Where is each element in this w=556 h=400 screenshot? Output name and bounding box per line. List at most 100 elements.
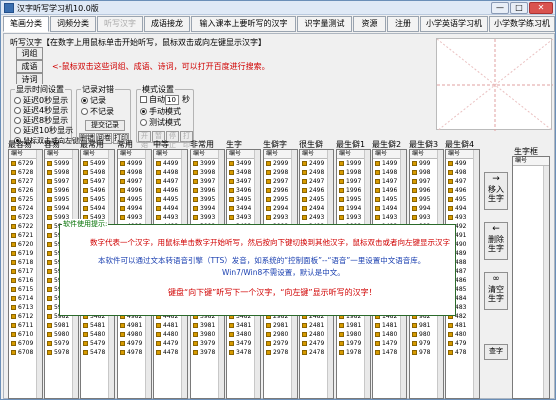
item-number: 3499 [236, 160, 252, 167]
usage-tip-box: 软件使用提示: 数字代表一个汉字，用鼠标单击数字开始听写，然后按向下键切换到其他… [59, 219, 456, 316]
item-number: 2479 [309, 340, 325, 347]
item-number: 6725 [18, 196, 34, 203]
char-square-icon [11, 197, 16, 202]
char-square-icon [11, 242, 16, 247]
clear-list-button[interactable]: ∞ 清空生字 [484, 272, 508, 310]
tab-english-learning[interactable]: 小学英语学习机 [420, 16, 488, 32]
item-number: 4493 [163, 214, 179, 221]
char-square-icon [11, 278, 16, 283]
maximize-button[interactable]: □ [510, 2, 528, 14]
char-square-icon [302, 323, 307, 328]
item-number: 1481 [382, 322, 398, 329]
delay-4-radio[interactable]: 延迟4秒显示 [14, 106, 68, 116]
item-number: 1999 [346, 160, 362, 167]
arrow-right-icon: → [492, 174, 500, 184]
tab-idiom-chain[interactable]: 成语接龙 [144, 16, 190, 32]
char-square-icon [11, 224, 16, 229]
item-number: 481 [455, 322, 467, 329]
item-number: 6720 [18, 241, 34, 248]
tab-math-practice[interactable]: 小学数学练习机 [489, 16, 555, 32]
item-number: 2496 [309, 187, 325, 194]
delay-8-radio[interactable]: 延迟8秒显示 [14, 116, 68, 126]
item-number: 3981 [200, 322, 216, 329]
phrase-button[interactable]: 词组 [16, 47, 43, 60]
char-square-icon [11, 260, 16, 265]
char-square-icon [83, 179, 88, 184]
item-number: 994 [419, 205, 431, 212]
item-number: 3481 [236, 322, 252, 329]
item-number: 2499 [309, 160, 325, 167]
char-square-icon [266, 341, 271, 346]
test-mode-radio[interactable]: 测试模式 [140, 118, 181, 128]
lookup-button[interactable]: 查字 [484, 344, 508, 360]
char-square-icon [11, 341, 16, 346]
item-number: 999 [419, 160, 431, 167]
char-square-icon [448, 323, 453, 328]
item-number: 4497 [163, 178, 179, 185]
item-number: 2981 [273, 322, 289, 329]
char-list-scrollbar[interactable] [543, 166, 549, 398]
record-radio[interactable]: 记录 [81, 96, 106, 106]
new-char-list[interactable]: 编号 [512, 156, 550, 399]
char-square-icon [266, 179, 271, 184]
char-square-icon [412, 206, 417, 211]
infinity-icon: ∞ [492, 274, 500, 284]
submit-record-button[interactable]: 提交记录 [85, 120, 125, 131]
start-button[interactable]: 开始 [138, 131, 151, 149]
auto-seconds-input[interactable]: 10 [165, 95, 179, 105]
item-number: 4980 [127, 331, 143, 338]
list-scrollbar[interactable] [36, 150, 42, 398]
delay-10-radio[interactable]: 延迟10秒显示 [14, 126, 73, 136]
mode-group: 模式设置 自动 10 秒 手动模式 测试模式 开始 暂停 停止 打印 [136, 84, 194, 149]
char-square-icon [193, 341, 198, 346]
char-square-icon [229, 215, 234, 220]
list-scrollbar[interactable] [473, 150, 479, 398]
item-number: 489 [455, 250, 467, 257]
tab-register[interactable]: 注册 [387, 16, 419, 32]
move-to-list-button[interactable]: → 移入生字 [484, 172, 508, 210]
char-square-icon [83, 170, 88, 175]
char-square-icon [120, 350, 125, 355]
item-number: 1480 [382, 331, 398, 338]
item-number: 5481 [90, 322, 106, 329]
tab-resources[interactable]: 资源 [353, 16, 386, 32]
char-square-icon [11, 170, 16, 175]
char-square-icon [156, 179, 161, 184]
seconds-unit: 秒 [182, 95, 190, 104]
delete-from-list-button[interactable]: ← 删除生字 [484, 222, 508, 260]
char-square-icon [229, 341, 234, 346]
item-number: 6729 [18, 160, 34, 167]
item-number: 480 [455, 331, 467, 338]
item-number: 3496 [236, 187, 252, 194]
item-number: 2979 [273, 340, 289, 347]
idiom-button[interactable]: 成语 [16, 60, 43, 73]
char-square-icon [302, 188, 307, 193]
no-record-radio[interactable]: 不记录 [81, 107, 114, 117]
delay-0-radio[interactable]: 延迟0秒显示 [14, 96, 68, 106]
tab-dictation[interactable]: 听写汉字 [97, 16, 143, 32]
char-square-icon [266, 206, 271, 211]
item-number: 6712 [18, 313, 34, 320]
char-square-icon [229, 206, 234, 211]
number-list[interactable]: 编号 6729 6728 6727 6726 6725 6724 6723 6722 6721 67… [8, 149, 43, 399]
char-square-icon [11, 287, 16, 292]
close-button[interactable]: ✕ [529, 2, 553, 14]
usage-tip-line4: 键盘“向下键”听写下一个汉字，“向左键”显示听写的汉字！ [168, 288, 377, 297]
item-number: 3997 [200, 178, 216, 185]
item-number: 6726 [18, 187, 34, 194]
tab-textbook-input[interactable]: 输入课本上要听写的汉字 [191, 16, 296, 32]
tab-stroke-category[interactable]: 笔画分类 [3, 16, 49, 32]
auto-mode-checkbox[interactable]: 自动 [140, 95, 165, 105]
tab-frequency-category[interactable]: 词频分类 [50, 16, 96, 32]
item-number: 6728 [18, 169, 34, 176]
minimize-button[interactable]: — [491, 2, 509, 14]
item-number: 4498 [163, 169, 179, 176]
manual-mode-radio[interactable]: 手动模式 [140, 107, 181, 117]
char-square-icon [11, 233, 16, 238]
tab-literacy-test[interactable]: 识字量测试 [297, 16, 352, 32]
char-square-icon [156, 197, 161, 202]
char-square-icon [11, 314, 16, 319]
item-number: 1998 [346, 169, 362, 176]
item-number: 4494 [163, 205, 179, 212]
item-number: 3495 [236, 196, 252, 203]
